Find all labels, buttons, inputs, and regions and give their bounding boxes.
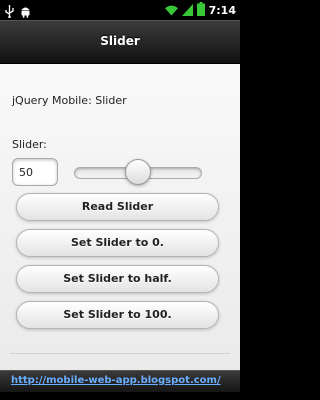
slider-handle[interactable] [125, 159, 151, 185]
content-area: jQuery Mobile: Slider Slider: Read Slide… [0, 64, 240, 370]
slider-label: Slider: [12, 138, 47, 151]
screen-bottom-edge [0, 392, 240, 400]
page-title: Slider [100, 34, 140, 48]
set-slider-zero-button[interactable]: Set Slider to 0. [16, 229, 219, 257]
footer-link[interactable]: http://mobile-web-app.blogspot.com/ [11, 375, 221, 386]
set-slider-hundred-button[interactable]: Set Slider to 100. [16, 301, 219, 329]
wifi-icon [164, 1, 178, 20]
slider-value-input[interactable] [12, 158, 58, 186]
signal-icon [181, 1, 193, 20]
battery-icon [196, 1, 205, 20]
set-slider-half-button[interactable]: Set Slider to half. [16, 265, 219, 293]
read-slider-button[interactable]: Read Slider [16, 193, 219, 221]
divider [10, 353, 230, 354]
clock: 7:14 [208, 3, 236, 17]
status-bar: 7:14 [0, 0, 240, 20]
intro-text: jQuery Mobile: Slider [12, 94, 127, 107]
footer-bar: http://mobile-web-app.blogspot.com/ [0, 370, 240, 392]
header-bar: Slider [0, 20, 240, 64]
